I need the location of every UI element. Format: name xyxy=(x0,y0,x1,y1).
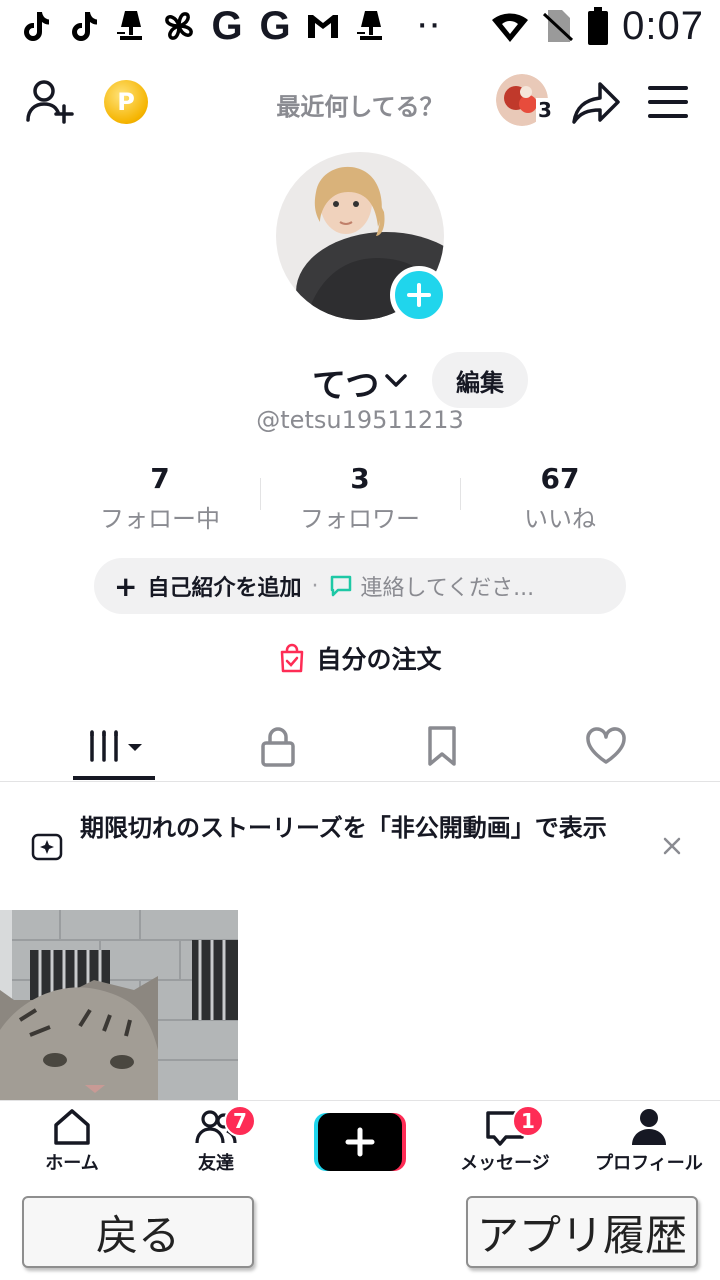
followers-label: フォロワー xyxy=(300,505,420,533)
lock-icon xyxy=(261,727,295,767)
nav-home-label: ホーム xyxy=(45,1153,99,1174)
app-history-button[interactable]: アプリ履歴 xyxy=(466,1196,698,1268)
battery-icon xyxy=(588,7,609,45)
system-status: 0:07 xyxy=(490,4,704,48)
profile-name-row: てつ 編集 xyxy=(0,352,720,408)
tab-videos[interactable] xyxy=(74,718,154,774)
chat-bubble-icon xyxy=(331,575,352,597)
add-story-button[interactable] xyxy=(390,266,448,324)
lamp-icon xyxy=(350,6,392,46)
profile-header: P 最近何してる？ 3 xyxy=(0,62,720,158)
separator: · xyxy=(311,573,319,599)
stories-notice-text: 期限切れのストーリーズを「非公開動画」で表示 xyxy=(80,814,607,842)
close-icon[interactable] xyxy=(656,830,688,862)
gmail-icon xyxy=(302,6,344,46)
add-friend-icon[interactable] xyxy=(24,76,76,128)
plus-icon: + xyxy=(114,569,138,603)
back-button[interactable]: 戻る xyxy=(22,1196,254,1268)
tab-saved[interactable] xyxy=(402,718,482,774)
stories-notice[interactable]: 期限切れのストーリーズを「非公開動画」で表示 xyxy=(0,812,720,882)
menu-icon[interactable] xyxy=(646,80,690,124)
profile-stats: 7 フォロー中 3 フォロワー 67 いいね xyxy=(60,462,660,533)
followers-count: 3 xyxy=(350,462,370,495)
google-icon: G xyxy=(211,4,243,48)
clock: 0:07 xyxy=(622,3,704,48)
contact-label: 連絡してくださ... xyxy=(360,576,535,601)
nav-inbox-label: メッセージ xyxy=(460,1153,550,1174)
add-bio-label: 自己紹介を追加 xyxy=(147,576,302,601)
stories-count: 3 xyxy=(536,98,554,122)
nav-inbox[interactable]: メッセージ xyxy=(446,1107,564,1177)
tiktok-icon xyxy=(14,6,56,46)
likes-label: いいね xyxy=(524,505,596,533)
coin-icon[interactable]: P xyxy=(104,80,148,124)
pinwheel-icon xyxy=(158,6,200,46)
nav-profile[interactable]: プロフィール xyxy=(584,1107,714,1177)
username-handle: @tetsu19511213 xyxy=(256,406,464,434)
edit-profile-button[interactable]: 編集 xyxy=(432,352,528,408)
following-stat[interactable]: 7 フォロー中 xyxy=(60,462,260,533)
tiktok-icon xyxy=(62,6,104,46)
nav-profile-label: プロフィール xyxy=(595,1153,703,1174)
following-count: 7 xyxy=(150,462,170,495)
my-orders-link[interactable]: 自分の注文 xyxy=(0,638,720,678)
no-sim-icon xyxy=(543,10,574,42)
active-tab-indicator xyxy=(73,776,155,780)
following-label: フォロー中 xyxy=(100,505,220,533)
profile-name[interactable]: てつ xyxy=(312,358,379,407)
chevron-down-icon[interactable] xyxy=(382,366,410,394)
profile-tabs xyxy=(0,710,720,782)
status-bar: G G ·· 0:07 xyxy=(0,0,720,52)
add-bio-button[interactable]: + 自己紹介を追加 · 連絡してくださ... xyxy=(94,558,626,614)
profile-icon xyxy=(632,1109,666,1145)
wifi-icon xyxy=(492,13,529,42)
shopping-bag-icon xyxy=(281,643,304,673)
more-notifications-icon: ·· xyxy=(418,13,443,39)
grid-icon xyxy=(90,730,142,762)
bottom-navigation: ホーム 友達 7 メッセージ 1 プロフィール xyxy=(0,1100,720,1180)
bookmark-icon xyxy=(428,726,456,766)
nav-home[interactable]: ホーム xyxy=(30,1107,114,1177)
lamp-icon xyxy=(110,6,152,46)
google-icon: G xyxy=(259,4,291,48)
friends-badge: 7 xyxy=(224,1105,256,1137)
system-button-bar: 戻る アプリ履歴 xyxy=(0,1180,720,1280)
notification-icons: G G ·· xyxy=(14,4,443,48)
heart-icon xyxy=(586,727,626,764)
likes-stat[interactable]: 67 いいね xyxy=(460,462,660,533)
status-placeholder[interactable]: 最近何してる？ xyxy=(270,90,450,124)
tab-liked[interactable] xyxy=(566,718,646,774)
inbox-badge: 1 xyxy=(512,1105,544,1137)
video-thumbnail[interactable] xyxy=(0,910,238,1100)
my-orders-label: 自分の注文 xyxy=(316,645,442,674)
create-button[interactable] xyxy=(314,1113,406,1171)
likes-count: 67 xyxy=(540,462,580,495)
followers-stat[interactable]: 3 フォロワー xyxy=(260,462,460,533)
story-sparkle-icon xyxy=(31,833,63,861)
tab-private[interactable] xyxy=(238,718,318,774)
nav-friends-label: 友達 xyxy=(198,1153,234,1174)
home-icon xyxy=(54,1109,90,1145)
share-icon[interactable] xyxy=(570,76,624,130)
